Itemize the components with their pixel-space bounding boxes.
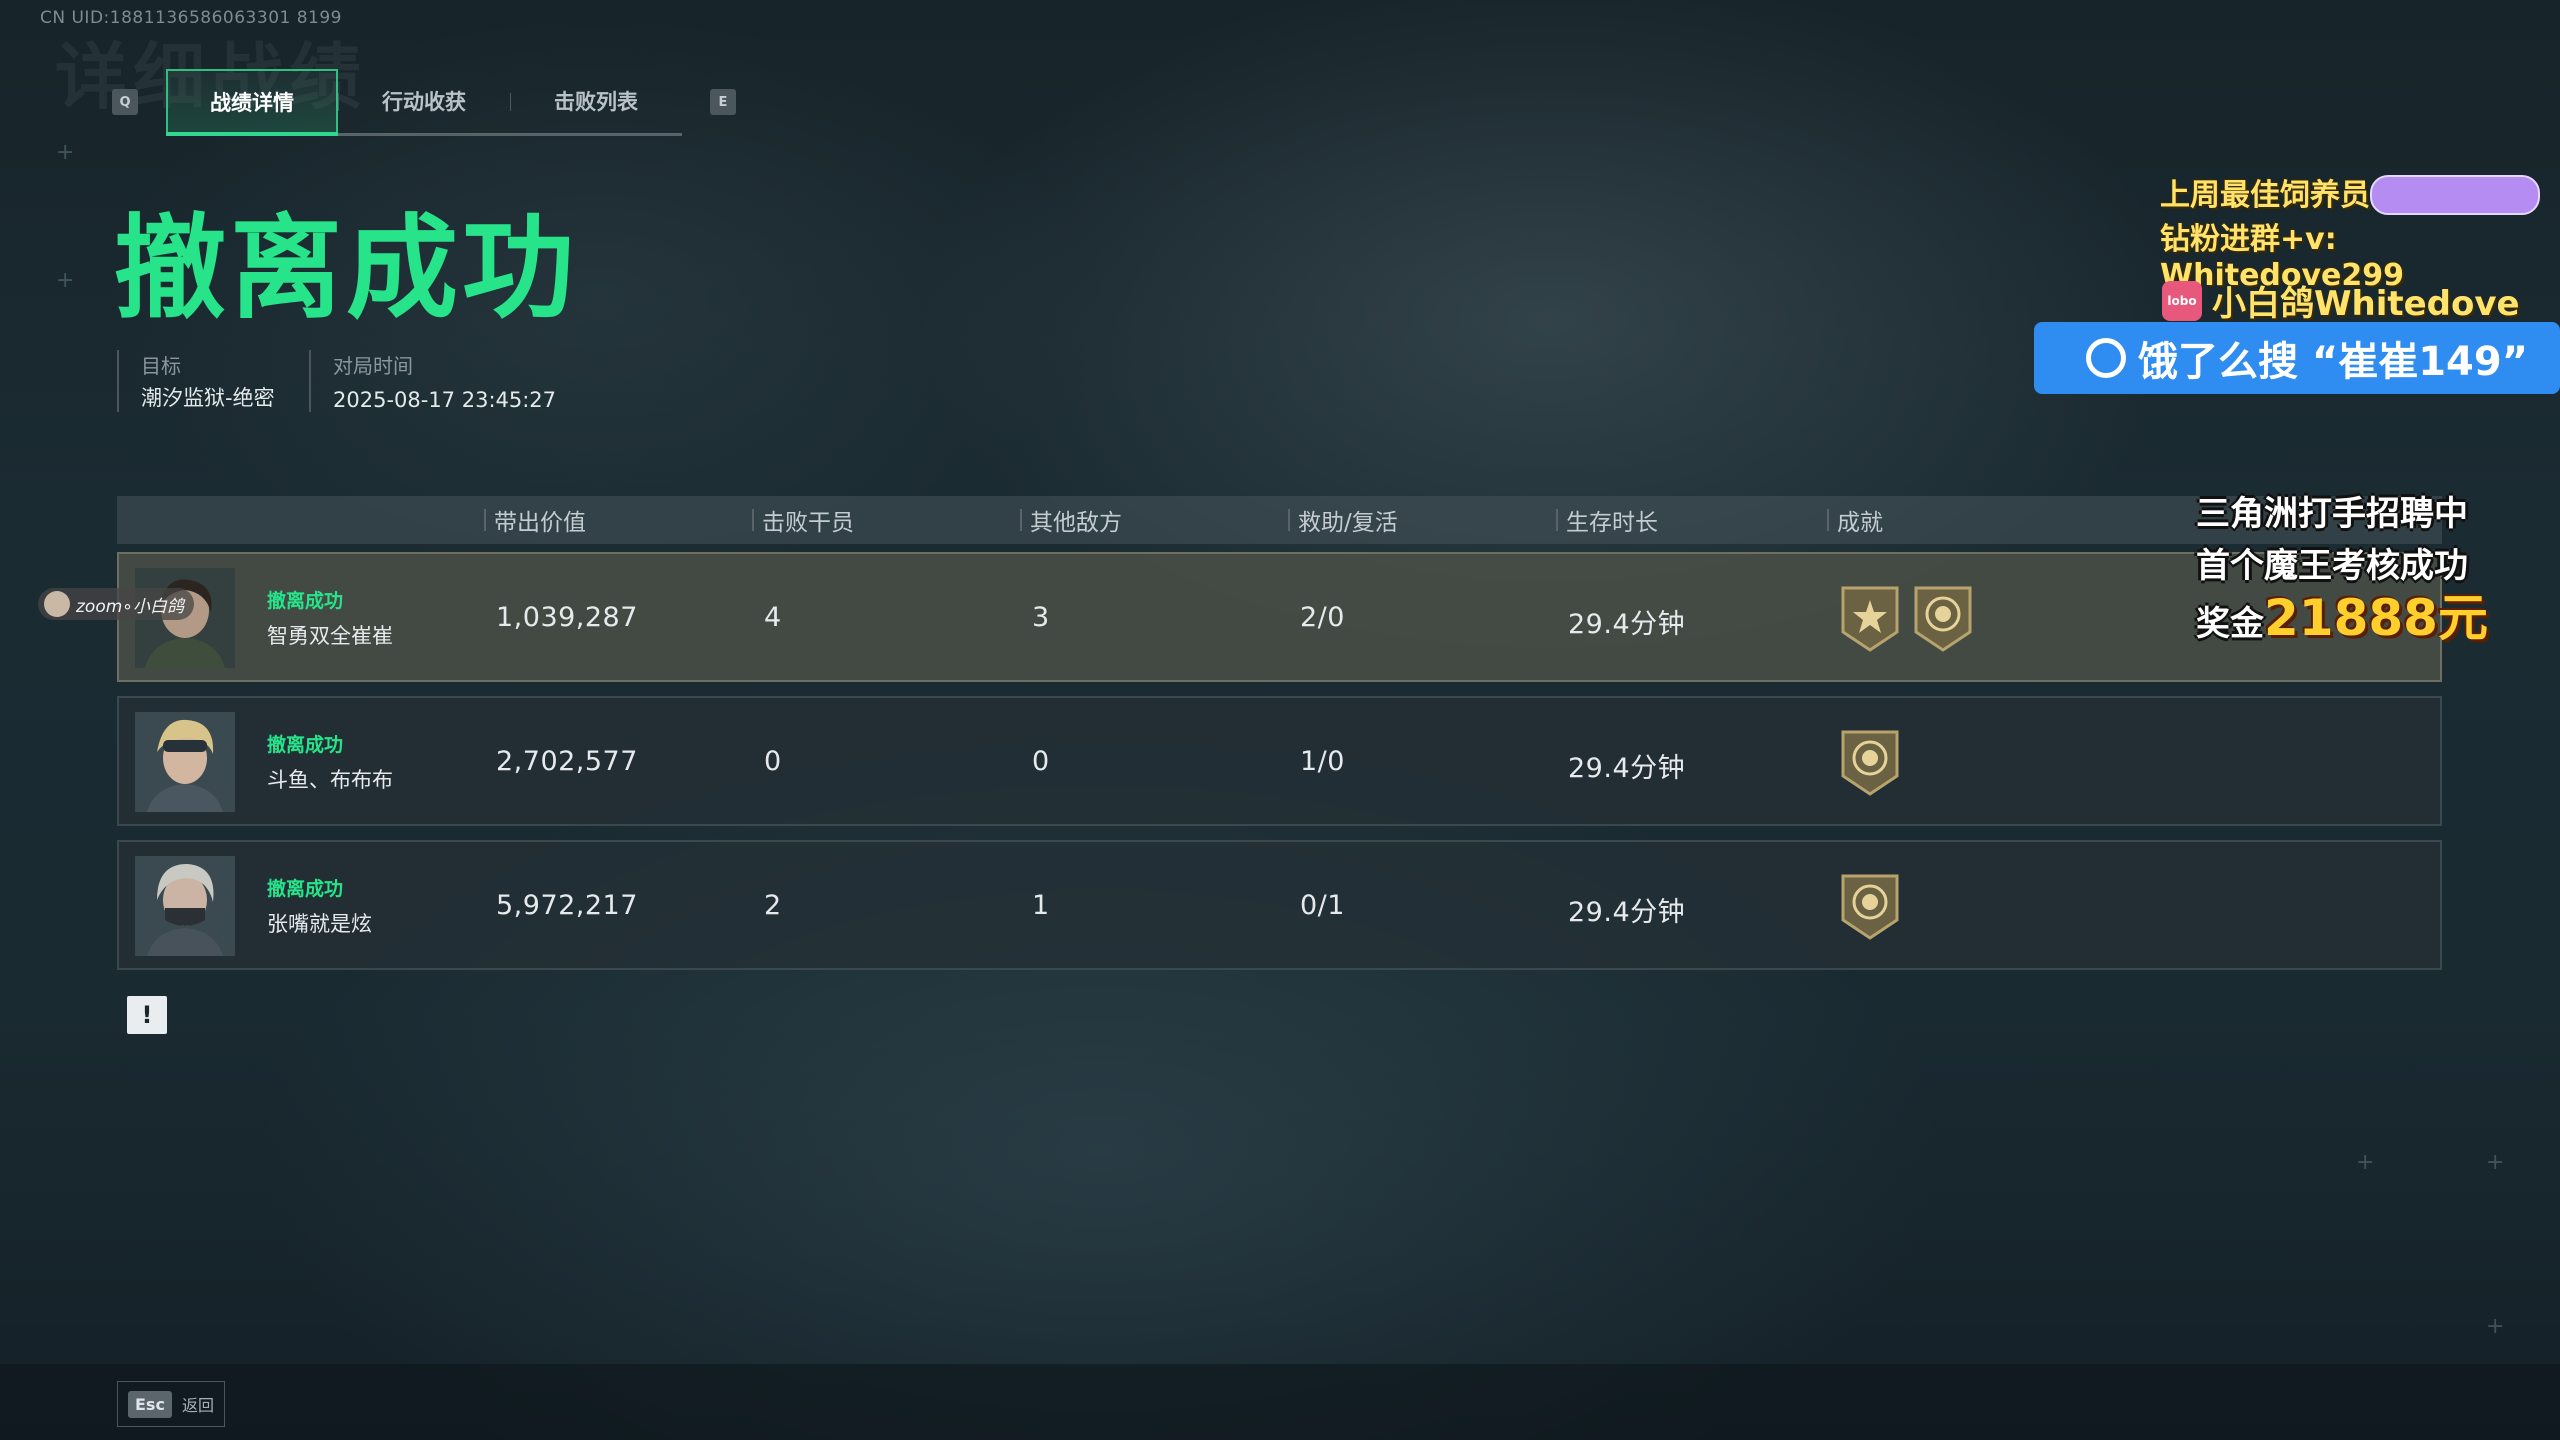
cell-kills: 2 <box>764 890 782 921</box>
overlay-search-banner: 饿了么搜 “崔崔149” <box>2034 322 2560 394</box>
cell-assist: 0/1 <box>1300 890 1345 921</box>
row-status: 撤离成功 <box>267 590 344 612</box>
back-label: 返回 <box>181 1396 214 1415</box>
overlay-name-pill <box>2370 175 2540 215</box>
avatar <box>135 856 235 956</box>
meta-target-value: 潮汐监狱-绝密 <box>141 386 275 410</box>
player-name: 斗鱼、布布布 <box>267 768 393 792</box>
promo-line-2: 首个魔王考核成功 <box>2196 546 2468 586</box>
col-header-kills: 击败干员 <box>752 496 854 544</box>
tab-bar: Q 战绩详情 行动收获 击败列表 E <box>112 68 736 136</box>
hud-crosshair: + <box>56 140 75 165</box>
overlay-promo: 三角洲打手招聘中 首个魔王考核成功 奖金21888元 <box>2196 488 2488 650</box>
tab-action-rewards[interactable]: 行动收获 <box>338 69 510 133</box>
tab-battle-details[interactable]: 战绩详情 <box>166 68 338 136</box>
tab-next-key[interactable]: E <box>710 89 736 115</box>
player-name: 智勇双全崔崔 <box>267 624 393 648</box>
hud-crosshair: + <box>2486 1314 2505 1339</box>
promo-prize-amount: 21888元 <box>2264 589 2488 647</box>
eleme-logo-icon <box>2086 338 2126 378</box>
esc-key: Esc <box>128 1390 172 1418</box>
cell-value: 5,972,217 <box>496 890 638 921</box>
hud-crosshair: + <box>56 268 75 293</box>
coin-badge-icon[interactable] <box>1912 584 1974 654</box>
overlay-search-text: 饿了么搜 “崔崔149” <box>2138 339 2528 385</box>
back-button[interactable]: Esc 返回 <box>117 1381 225 1427</box>
player-name: 张嘴就是炫 <box>267 912 372 936</box>
table-row[interactable]: 撤离成功 张嘴就是炫 5,972,217 2 1 0/1 29.4分钟 <box>117 840 2442 970</box>
meta-time: 对局时间 2025-08-17 23:45:27 <box>309 350 556 412</box>
tab-prev-key[interactable]: Q <box>112 89 138 115</box>
table-row[interactable]: 撤离成功 斗鱼、布布布 2,702,577 0 0 1/0 29.4分钟 <box>117 696 2442 826</box>
table-row[interactable]: 撤离成功 智勇双全崔崔 1,039,287 4 3 2/0 29.4分钟 <box>117 552 2442 682</box>
meta-target-label: 目标 <box>141 354 181 378</box>
cell-survival: 29.4分钟 <box>1568 609 1686 640</box>
promo-prize-label: 奖金 <box>2196 604 2264 644</box>
meta-time-label: 对局时间 <box>333 354 413 378</box>
meta-target: 目标 潮汐监狱-绝密 <box>117 350 275 412</box>
tab-kill-list[interactable]: 击败列表 <box>510 69 682 133</box>
cell-others: 0 <box>1032 746 1050 777</box>
cell-assist: 2/0 <box>1300 602 1345 633</box>
promo-line-3: 奖金21888元 <box>2196 592 2488 650</box>
viewer-name: zoom∘小白鸽 <box>76 596 184 617</box>
avatar <box>135 712 235 812</box>
bottom-bar <box>0 1364 2560 1440</box>
cell-survival: 29.4分钟 <box>1568 897 1686 928</box>
lobo-logo-icon: lobo <box>2162 280 2202 321</box>
promo-line-1: 三角洲打手招聘中 <box>2196 494 2468 534</box>
cell-assist: 1/0 <box>1300 746 1345 777</box>
row-status: 撤离成功 <box>267 878 344 900</box>
col-header-assist: 救助/复活 <box>1288 496 1398 544</box>
col-header-others: 其他敌方 <box>1020 496 1122 544</box>
cell-kills: 4 <box>764 602 782 633</box>
hud-crosshair: + <box>2356 1150 2375 1175</box>
viewer-avatar <box>44 591 70 617</box>
cell-others: 3 <box>1032 602 1050 633</box>
overlay-streamer-name: 小白鸽Whitedove <box>2212 284 2520 324</box>
viewer-tag: zoom∘小白鸽 <box>38 588 194 620</box>
overlay-streamer: lobo 小白鸽Whitedove <box>2162 276 2520 325</box>
cell-value: 1,039,287 <box>496 602 638 633</box>
col-header-value: 带出价值 <box>484 496 586 544</box>
cell-value: 2,702,577 <box>496 746 638 777</box>
meta-time-value: 2025-08-17 23:45:27 <box>333 388 557 412</box>
row-status: 撤离成功 <box>267 734 344 756</box>
table-header: 带出价值 击败干员 其他敌方 救助/复活 生存时长 成就 <box>117 496 2442 544</box>
col-header-survival: 生存时长 <box>1556 496 1658 544</box>
page-title: 撤离成功 <box>114 204 578 334</box>
cell-kills: 0 <box>764 746 782 777</box>
coin-badge-icon[interactable] <box>1839 728 1901 798</box>
report-warning-icon[interactable]: ! <box>127 996 167 1034</box>
hud-crosshair: + <box>2486 1150 2505 1175</box>
coin-badge-icon[interactable] <box>1839 872 1901 942</box>
cell-survival: 29.4分钟 <box>1568 753 1686 784</box>
col-header-achievements: 成就 <box>1827 496 1883 544</box>
tab-list: 战绩详情 行动收获 击败列表 <box>166 68 682 136</box>
star-badge-icon[interactable] <box>1839 584 1901 654</box>
cell-others: 1 <box>1032 890 1050 921</box>
overlay-best-keeper: 上周最佳饲养员 <box>2160 178 2370 213</box>
